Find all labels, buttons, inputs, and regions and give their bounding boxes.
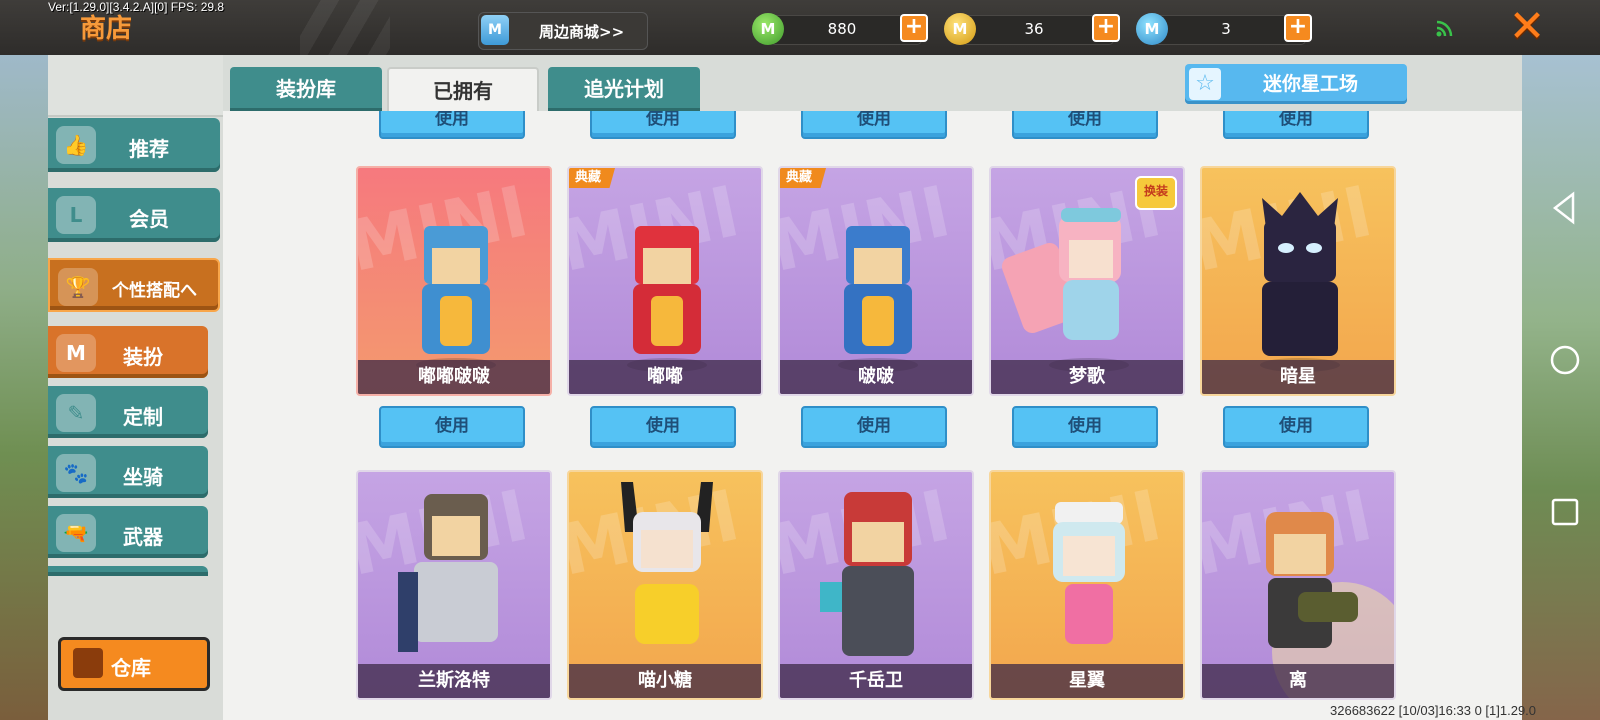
outfit-name: 星翼 [991, 664, 1183, 698]
collection-badge: 典藏 [780, 168, 827, 188]
green-coin-icon: M [752, 13, 784, 45]
sidebar-item-label: 装扮 [123, 345, 163, 369]
star-icon: ☆ [1189, 68, 1221, 100]
outfit-card-lancelot[interactable]: MINI 兰斯洛特 [356, 470, 552, 700]
outfit-card-li[interactable]: MINI 离 [1200, 470, 1396, 700]
use-button[interactable]: 使用 [801, 406, 947, 448]
blue-coin-icon: M [1136, 13, 1168, 45]
gold-coin-icon: M [944, 13, 976, 45]
add-gold-coin-button[interactable]: + [1092, 14, 1120, 42]
mall-label: 周边商城>> [539, 23, 625, 41]
sidebar-item-member[interactable]: L 会员 [48, 188, 220, 242]
currency-value: 880 [827, 20, 857, 38]
sidebar-item-recommend[interactable]: 👍 推荐 [48, 118, 220, 172]
mall-button[interactable]: M 周边商城>> [478, 12, 648, 50]
game-background-right [1522, 55, 1600, 720]
use-button[interactable]: 使用 [590, 406, 736, 448]
use-button[interactable]: 使用 [801, 111, 947, 139]
collection-badge: 典藏 [569, 168, 616, 188]
tab-outfit-library[interactable]: 装扮库 [230, 67, 382, 111]
sidebar-item-label: 武器 [123, 525, 163, 549]
dress-up-tag: 换装 [1135, 176, 1177, 210]
collapse-icon: へ [180, 281, 197, 301]
sidebar-item-label: 个性搭配 [112, 281, 180, 301]
item-grid: 使用 使用 使用 使用 使用 MINI 嘟嘟啵啵 MINI 典藏 嘟嘟 MIN [223, 111, 1522, 720]
sidebar: 👍 推荐 L 会员 🏆 个性搭配へ M 装扮 ✎ 定制 🐾 坐骑 🔫 武器 仓库 [48, 55, 223, 720]
use-button[interactable]: 使用 [590, 111, 736, 139]
outfit-card-dudu[interactable]: MINI 典藏 嘟嘟 [567, 166, 763, 396]
outfit-name: 嘟嘟 [569, 360, 761, 394]
warehouse-label: 仓库 [111, 656, 151, 680]
outfit-name: 啵啵 [780, 360, 972, 394]
outfit-card-xingyi[interactable]: MINI 星翼 [989, 470, 1185, 700]
tab-bar: 装扮库 已拥有 追光计划 ☆ 迷你星工场 [223, 55, 1522, 111]
recents-icon[interactable] [1545, 492, 1585, 532]
sidebar-item-mount[interactable]: 🐾 坐骑 [48, 446, 208, 498]
sidebar-item-label: 推荐 [129, 137, 169, 161]
shopping-bag-icon: M [481, 15, 509, 45]
currency-value: 36 [1024, 20, 1044, 38]
use-button[interactable]: 使用 [1012, 111, 1158, 139]
decorative-stripes [300, 0, 390, 55]
mini-star-factory-button[interactable]: ☆ 迷你星工场 [1185, 64, 1407, 104]
signal-icon [1436, 20, 1453, 37]
tab-light-chaser-plan[interactable]: 追光计划 [548, 67, 700, 111]
outfit-card-qianyuewei[interactable]: MINI 千岳卫 [778, 470, 974, 700]
sidebar-item-label: 坐骑 [123, 465, 163, 489]
use-button[interactable]: 使用 [379, 406, 525, 448]
outfit-card-miao-xiaotang[interactable]: MINI 喵小糖 [567, 470, 763, 700]
debug-version: Ver:[1.29.0][3.4.2.A][0] FPS: 29.8 [48, 0, 225, 14]
sidebar-item-outfit[interactable]: M 装扮 [48, 326, 208, 378]
sidebar-item-partial[interactable] [48, 566, 208, 576]
home-icon[interactable] [1545, 340, 1585, 380]
sidebar-item-custom[interactable]: ✎ 定制 [48, 386, 208, 438]
outfit-name: 嘟嘟啵啵 [358, 360, 550, 394]
chest-icon [73, 648, 103, 678]
add-blue-coin-button[interactable]: + [1284, 14, 1312, 42]
outfit-name: 离 [1202, 664, 1394, 698]
outfit-name: 喵小糖 [569, 664, 761, 698]
sidebar-item-label: 会员 [129, 207, 169, 231]
outfit-card-dudu-bobo[interactable]: MINI 嘟嘟啵啵 [356, 166, 552, 396]
game-background-left [0, 55, 48, 720]
outfit-name: 兰斯洛特 [358, 664, 550, 698]
status-footer: 326683622 [10/03]16:33 0 [1]1.29.0 [1330, 703, 1537, 718]
add-green-coin-button[interactable]: + [900, 14, 928, 42]
use-button[interactable]: 使用 [1223, 111, 1369, 139]
sidebar-item-personal-style[interactable]: 🏆 个性搭配へ [48, 258, 220, 312]
tab-owned[interactable]: 已拥有 [387, 67, 539, 111]
top-bar: Ver:[1.29.0][3.4.2.A][0] FPS: 29.8 商店 M … [0, 0, 1600, 55]
sidebar-item-weapon[interactable]: 🔫 武器 [48, 506, 208, 558]
use-button[interactable]: 使用 [1223, 406, 1369, 448]
outfit-name: 梦歌 [991, 360, 1183, 394]
back-icon[interactable] [1545, 188, 1585, 228]
close-button[interactable]: ✕ [1505, 5, 1549, 49]
main-panel: 装扮库 已拥有 追光计划 ☆ 迷你星工场 使用 使用 使用 使用 使用 MINI… [223, 55, 1522, 720]
currency-value: 3 [1221, 20, 1231, 38]
outfit-name: 千岳卫 [780, 664, 972, 698]
page-title: 商店 [80, 14, 133, 44]
outfit-card-anxing[interactable]: MINI 暗星 [1200, 166, 1396, 396]
sidebar-header [48, 55, 223, 117]
use-button[interactable]: 使用 [1012, 406, 1158, 448]
warehouse-button[interactable]: 仓库 [58, 637, 210, 691]
outfit-name: 暗星 [1202, 360, 1394, 394]
star-factory-label: 迷你星工场 [1263, 73, 1359, 95]
use-button[interactable]: 使用 [379, 111, 525, 139]
outfit-card-bobo[interactable]: MINI 典藏 啵啵 [778, 166, 974, 396]
sidebar-item-label: 定制 [123, 405, 163, 429]
outfit-card-mengge[interactable]: MINI 换装 梦歌 [989, 166, 1185, 396]
